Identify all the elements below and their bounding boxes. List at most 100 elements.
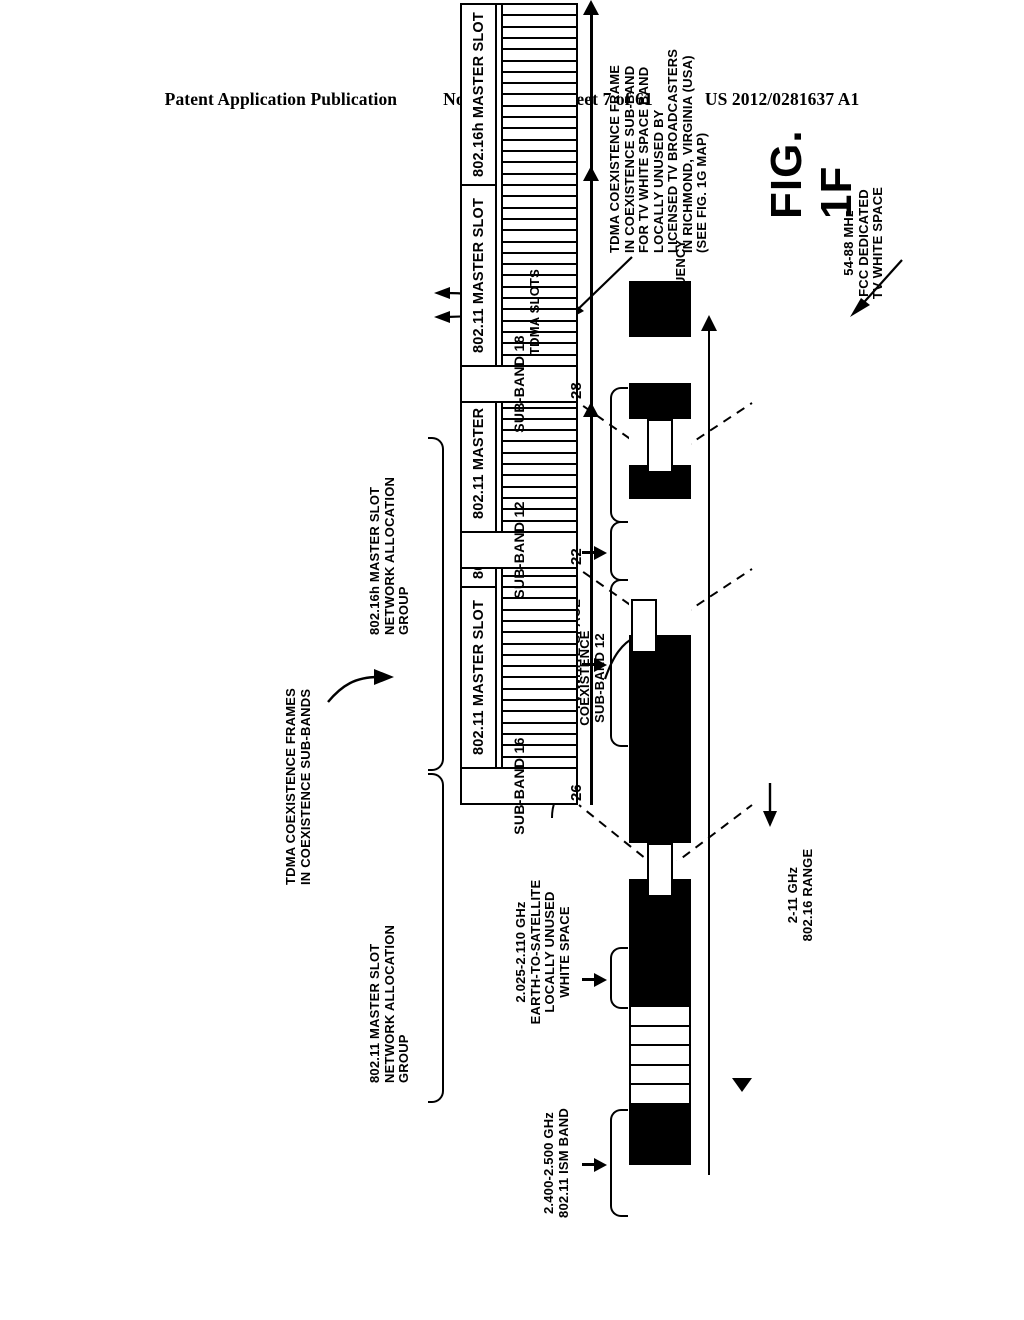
tdma-slot (503, 631, 576, 643)
spectrum-subband-18 (647, 419, 673, 473)
frame-band-label: SUB-BAND 12 (462, 501, 576, 599)
spectrum-segment-occupied (629, 1105, 691, 1165)
ism-channel (631, 1044, 689, 1064)
spectrum-segment-ism-band (629, 1005, 691, 1105)
tdma-slot (503, 217, 576, 230)
band-label-ism: 2.400-2.500 GHz 802.11 ISM BAND (541, 1108, 571, 1218)
arrow-earth-to-satellite-icon (594, 973, 607, 987)
coexistence-subband-12-callout: COEXISTENCE SUB-BAND 12 (577, 630, 607, 726)
group-label-80211: 802.11 MASTER SLOT NETWORK ALLOCATION GR… (367, 924, 412, 1083)
tdma-slot (503, 206, 576, 218)
tdma-slot (503, 25, 576, 37)
tdma-slot (503, 474, 576, 486)
tdma-slot (503, 138, 576, 151)
tdma-slot (503, 676, 576, 688)
tdma-slot (503, 93, 576, 105)
spectrum-subband-12 (631, 599, 657, 653)
tdma-slot (503, 744, 576, 756)
master-slot-80211: 802.11 MASTER SLOT (462, 586, 495, 767)
band-label-earth-to-satellite: 2.025-2.110 GHz EARTH-TO-SATELLITE LOCAL… (513, 879, 572, 1025)
frame-band-label: SUB-BAND 16 (462, 737, 576, 835)
reference-numeral-22: 22 (568, 548, 585, 565)
tdma-slot (503, 48, 576, 60)
tdma-slot-group-80211 (501, 586, 576, 767)
time-axis-arrow-icon (583, 0, 599, 15)
tdma-slot (503, 186, 576, 195)
group-label-coexistence-frames: TDMA COEXISTENCE FRAMES IN COEXISTENCE S… (283, 688, 313, 885)
tdma-slot (503, 353, 576, 365)
frame-description-annotation: TDMA COEXISTENCE FRAME IN COEXISTENCE SU… (607, 48, 710, 253)
tdma-slot (503, 710, 576, 722)
ism-channel (631, 1007, 689, 1025)
tdma-slot (503, 229, 576, 241)
frequency-axis-line (708, 327, 710, 1175)
arrow-ism-icon (594, 1158, 607, 1172)
group-brace-80211 (428, 773, 444, 1103)
tdma-slot (503, 485, 576, 498)
tdma-slot (503, 70, 576, 83)
arrow-tvws-174-204-icon (594, 546, 607, 560)
frame-band-label: SUB-BAND 18 (462, 335, 576, 433)
tdma-slot (503, 161, 576, 173)
figure-label: FIG. 1F (762, 129, 861, 219)
tdma-slot (503, 608, 576, 620)
brace-ism (610, 1109, 628, 1217)
tdma-slot (503, 508, 576, 520)
spectrum-segment-occupied (629, 383, 691, 419)
tdma-slot (503, 150, 576, 162)
spectrum-segment-occupied (629, 879, 691, 1005)
brace-earth-to-satellite (610, 947, 628, 1009)
master-slot-80211: 802.11 MASTER SLOT (462, 184, 495, 365)
tdma-slot (503, 642, 576, 654)
group-label-80216h: 802.16h MASTER SLOT NETWORK ALLOCATION G… (367, 476, 412, 635)
tdma-slot (503, 14, 576, 26)
tdma-slot (503, 687, 576, 700)
publication-title: Patent Application Publication (164, 88, 398, 109)
tdma-slot (503, 451, 576, 464)
ism-channel (631, 1024, 689, 1045)
reference-numeral-26: 26 (568, 784, 585, 801)
master-slot-80216h: 802.16h MASTER SLOT (470, 12, 487, 177)
spectrum-subband-16 (647, 843, 673, 897)
spectrum-bar (629, 281, 691, 1165)
spectrum-segment-occupied (629, 635, 691, 843)
reference-numeral-28: 28 (568, 382, 585, 399)
tdma-slot (503, 597, 576, 609)
group-brace-80216h (428, 437, 444, 771)
tdma-slot (503, 240, 576, 252)
tdma-slot (503, 619, 576, 632)
spectrum-range-note: 2-11 GHz 802.16 RANGE (785, 848, 815, 942)
brace-fcc-54-88 (610, 387, 628, 523)
ism-channel (631, 1083, 689, 1103)
frame-sub-band-18[interactable]: SUB-BAND 18 802.11 MASTER SLOT 802.16h M… (460, 3, 578, 433)
tdma-slot (503, 497, 576, 509)
brace-tvws-174-204 (610, 521, 628, 581)
patent-number: US 2012/0281637 A1 (704, 88, 860, 109)
tdma-slot (503, 733, 576, 745)
tdma-slot (503, 195, 576, 207)
tdma-slot (503, 463, 576, 475)
tdma-slot (503, 127, 576, 139)
tdma-slot (503, 59, 576, 71)
tdma-slot (503, 36, 576, 49)
tdma-slot (503, 519, 576, 531)
tdma-slots-annotation: TDMA SLOTS (527, 268, 542, 355)
tdma-slot (503, 82, 576, 94)
tdma-slot (503, 665, 576, 677)
tdma-slot (503, 699, 576, 711)
frequency-axis-arrow-icon (701, 315, 717, 331)
tdma-slot (503, 653, 576, 666)
tdma-slot (503, 172, 576, 184)
figure-1f: FREQUENCY 2-11 GHz 802.16 RANGE 2.400-2.… (142, 0, 903, 1275)
tdma-slot (503, 251, 576, 264)
tdma-slot (503, 755, 576, 767)
tdma-slot (503, 440, 576, 452)
ism-channel (631, 1063, 689, 1084)
tdma-slot (503, 104, 576, 117)
tdma-slot (503, 5, 576, 14)
brace-fcc-470-806 (610, 579, 628, 747)
spectrum-segment-white (629, 337, 691, 383)
tdma-slot (503, 116, 576, 128)
time-axis-line-18 (590, 13, 593, 403)
tdma-slot-group-80216h (501, 5, 576, 184)
